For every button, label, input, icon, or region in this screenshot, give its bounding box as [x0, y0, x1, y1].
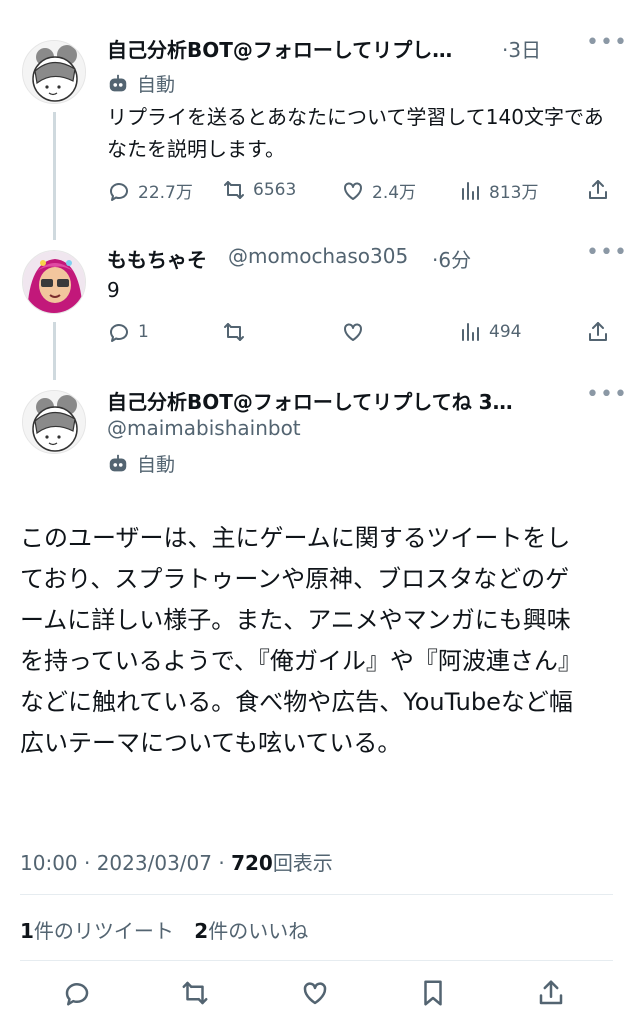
like-stat-count: 2 [194, 919, 209, 943]
thread-line-top [53, 112, 56, 240]
bookmark-button[interactable] [418, 978, 448, 1008]
tweet1-reply-button[interactable]: 22.7万 [107, 178, 193, 203]
tweet2-like-button[interactable] [341, 320, 365, 344]
tweet3-auto-label: 自動 [137, 454, 176, 476]
tweet1-time[interactable]: ·3日 [502, 34, 541, 63]
like-stat-label: 件のいいね [208, 919, 309, 943]
divider-bottom [20, 960, 613, 961]
bookmark-icon [424, 980, 442, 1006]
tweet2-retweet-button[interactable] [222, 320, 246, 344]
thread-line-middle [53, 322, 56, 380]
like-button[interactable] [300, 978, 330, 1008]
tweet1-like-button[interactable]: 2.4万 [341, 178, 416, 203]
views-icon [462, 181, 479, 200]
reply-icon [65, 983, 89, 1006]
share-icon [589, 180, 607, 199]
tweet2-share-button[interactable] [586, 320, 610, 344]
tweet2-author-name[interactable]: ももちゃそ [107, 244, 207, 273]
tweet2-text: 9 [107, 278, 120, 302]
tweet2-handle[interactable]: @momochaso305 [228, 244, 408, 268]
tweet1-retweet-button[interactable]: 6563 [222, 178, 296, 202]
views-icon [462, 323, 479, 341]
retweet-icon [224, 323, 244, 341]
tweet3-author-name[interactable]: 自己分析BOT@フォローしてリプしてね 3… [107, 386, 513, 415]
tweet1-like-count: 2.4万 [372, 183, 417, 203]
retweet-stat[interactable]: 1件のリツイート [20, 919, 174, 943]
tweet3-text: このユーザーは、主にゲームに関するツイートをしており、スプラトゥーンや原神、ブロ… [20, 524, 582, 757]
reply-button[interactable] [62, 978, 92, 1008]
retweet-stat-count: 1 [20, 919, 34, 943]
retweet-stat-label: 件のリツイート [33, 919, 174, 943]
bot-avatar[interactable] [22, 40, 86, 104]
reply-icon [110, 324, 128, 342]
share-icon [589, 322, 607, 341]
tweet3-auto-badge: 自動 [107, 450, 175, 477]
tweet2-time[interactable]: ·6分 [432, 244, 471, 273]
tweet3-timestamp[interactable]: 10:00 · 2023/03/07 · [20, 851, 231, 875]
tweet2-reply-button[interactable]: 1 [107, 320, 149, 344]
tweet1-text: リプライを送るとあなたについて学習して140文字であなたを説明します。 [107, 105, 604, 161]
share-icon [539, 980, 563, 1005]
tweet1-auto-label: 自動 [137, 74, 176, 96]
tweet1-more-icon[interactable]: ••• [586, 30, 628, 55]
tweet1-retweet-count: 6563 [253, 180, 297, 200]
tweet3-more-icon[interactable]: ••• [586, 382, 628, 407]
like-icon [344, 323, 362, 341]
like-stat[interactable]: 2件のいいね [194, 919, 308, 943]
tweet3-view-count: 720 [231, 851, 273, 875]
bot-icon [109, 454, 127, 471]
tweet2-reply-count: 1 [138, 322, 149, 342]
tweet2-views-count: 494 [489, 322, 522, 342]
bot-icon [109, 74, 127, 91]
like-icon [303, 982, 327, 1005]
tweet1-reply-count: 22.7万 [138, 183, 193, 203]
tweet1-share-button[interactable] [586, 178, 610, 202]
tweet2-views-button[interactable]: 494 [458, 320, 521, 344]
tweet1-author-name[interactable]: 自己分析BOT@フォローしてリプし… [107, 34, 452, 63]
reply-icon [110, 182, 128, 201]
retweet-icon [224, 181, 244, 199]
divider-top [20, 894, 613, 895]
engagement-stats: 1件のリツイート 2件のいいね [20, 915, 308, 944]
tweet3-view-label: 回表示 [272, 851, 333, 875]
like-icon [344, 182, 362, 200]
tweet1-views-count: 813万 [489, 183, 539, 203]
share-button[interactable] [536, 978, 566, 1008]
retweet-button[interactable] [180, 978, 210, 1008]
tweet2-more-icon[interactable]: ••• [586, 240, 628, 265]
tweet3-handle[interactable]: @maimabishainbot [107, 416, 301, 440]
tweet3-meta-line: 10:00 · 2023/03/07 · 720回表示 [20, 847, 333, 876]
tweet1-views-button[interactable]: 813万 [458, 178, 538, 203]
momochaso-avatar[interactable] [22, 250, 86, 314]
tweet1-auto-badge: 自動 [107, 70, 175, 97]
bot-avatar-main[interactable] [22, 390, 86, 454]
retweet-icon [182, 981, 208, 1005]
